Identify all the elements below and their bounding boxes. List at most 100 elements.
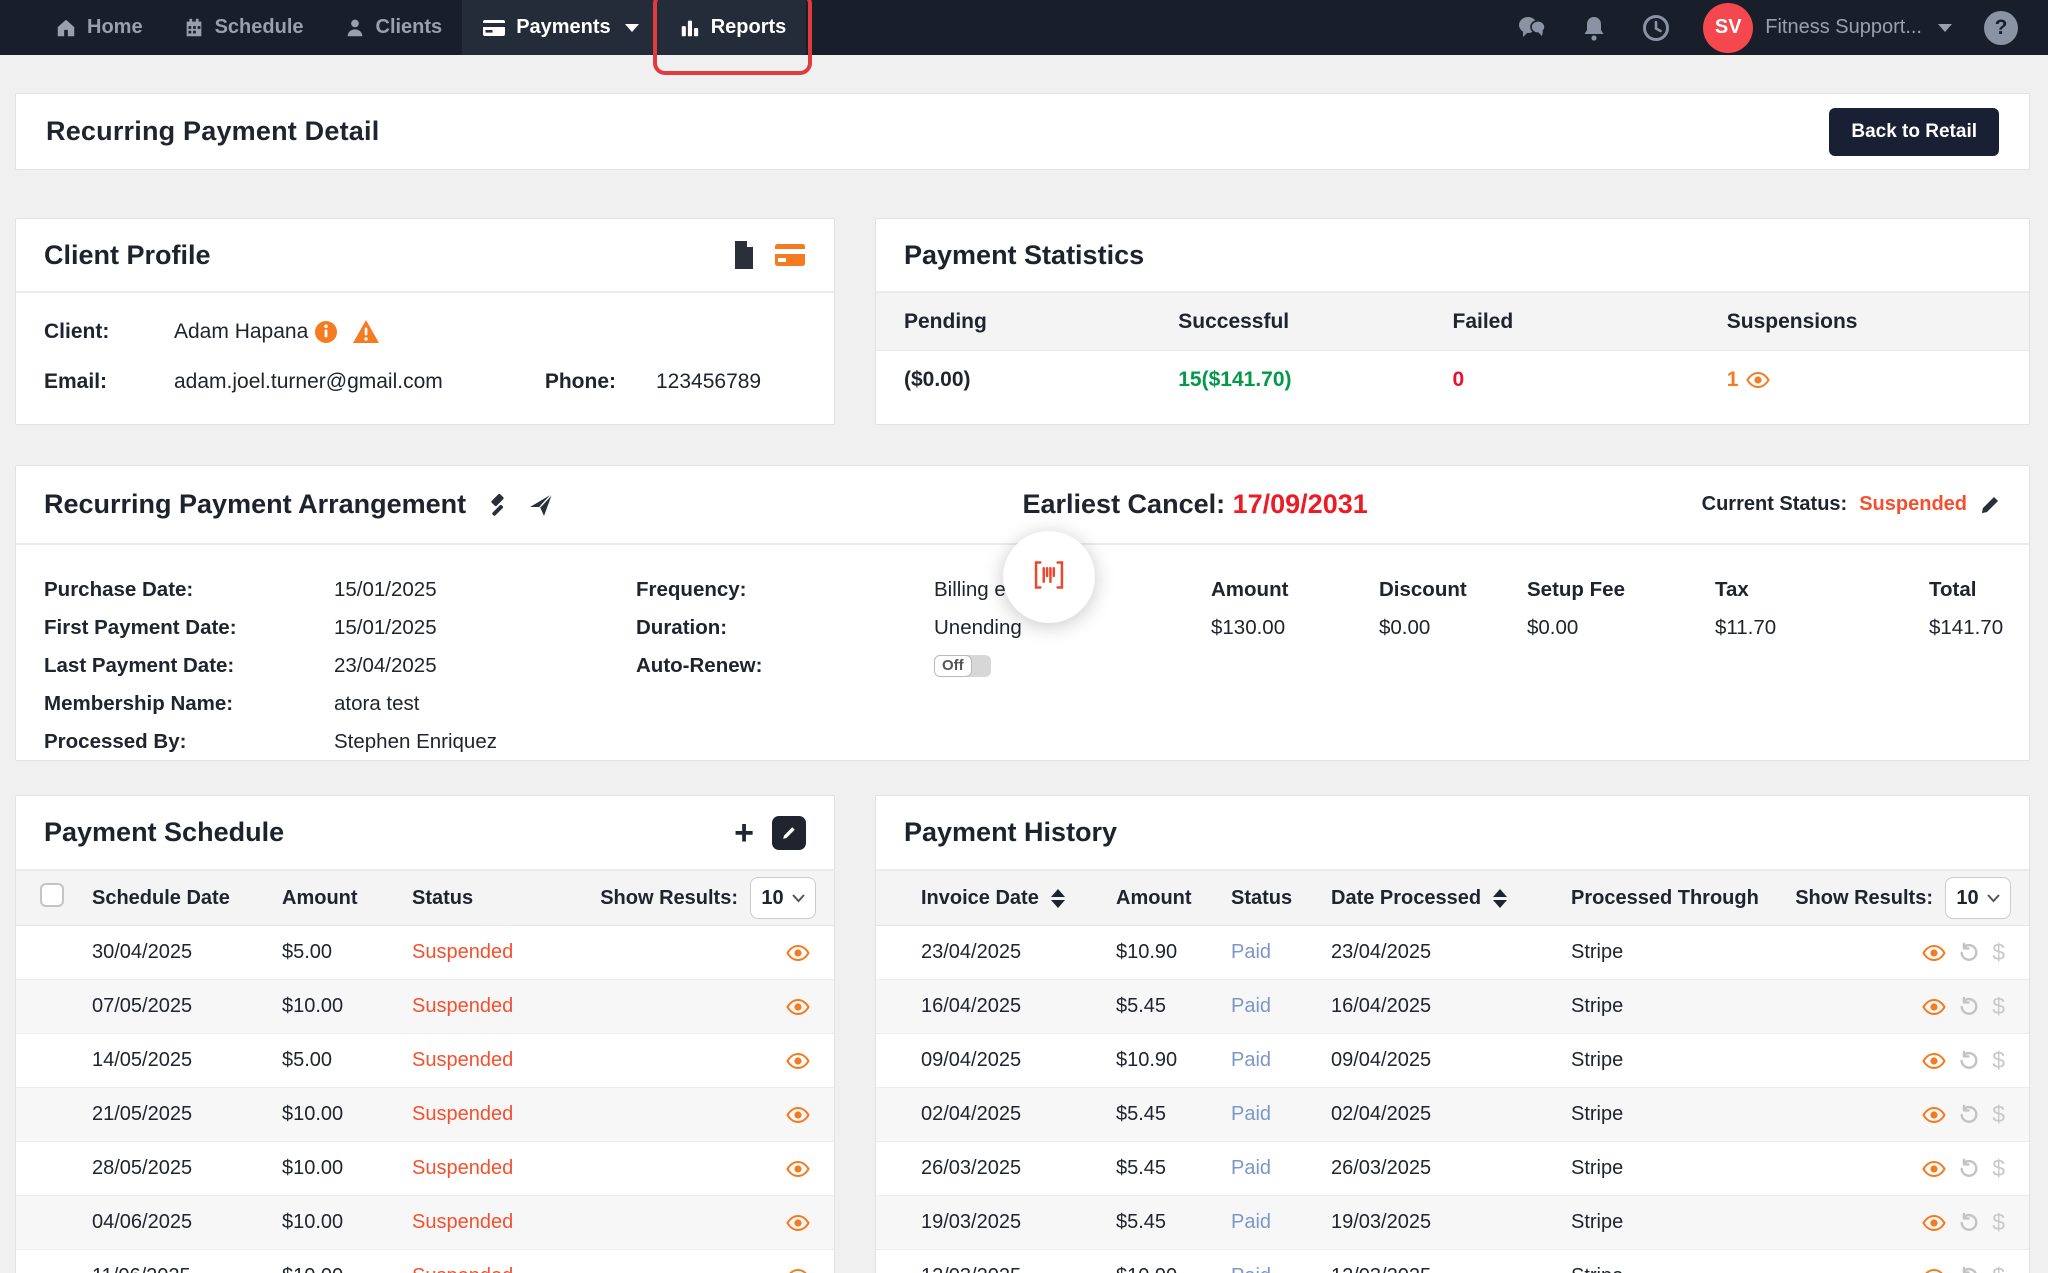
charge-dollar-icon[interactable]: $ (1992, 1047, 2005, 1074)
refund-undo-icon[interactable] (1958, 1050, 1980, 1072)
schedule-status: Suspended (412, 941, 584, 964)
client-name: Adam Hapana (174, 320, 308, 344)
view-eye-icon[interactable] (1922, 1213, 1946, 1233)
arrangement-title: Recurring Payment Arrangement (44, 489, 466, 520)
schedule-status: Suspended (412, 1049, 584, 1072)
bell-icon[interactable] (1579, 13, 1609, 43)
show-results-select[interactable]: 10 (750, 877, 816, 919)
refund-undo-icon[interactable] (1958, 1104, 1980, 1126)
view-eye-icon[interactable] (1922, 1051, 1946, 1071)
show-results-label: Show Results: (600, 887, 738, 910)
email-value: adam.joel.turner@gmail.com (174, 370, 443, 394)
payment-history-title: Payment History (904, 817, 1117, 848)
history-status-link[interactable]: Paid (1231, 1103, 1331, 1126)
history-invoice-date: 12/03/2025 (921, 1265, 1116, 1273)
history-status-link[interactable]: Paid (1231, 1157, 1331, 1180)
view-eye-icon[interactable] (786, 1105, 810, 1125)
view-eye-icon[interactable] (1922, 943, 1946, 963)
nav-item-home[interactable]: Home (35, 0, 163, 55)
sort-invoice-date-icon[interactable] (1051, 889, 1065, 908)
setup-fee-value: $0.00 (1527, 609, 1715, 647)
refund-undo-icon[interactable] (1958, 1212, 1980, 1234)
history-invoice-date: 16/04/2025 (921, 995, 1116, 1018)
edit-schedule-icon[interactable] (772, 816, 806, 850)
view-eye-icon[interactable] (786, 1159, 810, 1179)
select-all-checkbox[interactable] (40, 883, 64, 907)
history-status-link[interactable]: Paid (1231, 941, 1331, 964)
schedule-status: Suspended (412, 1157, 584, 1180)
stats-header-pending: Pending (904, 310, 1178, 334)
schedule-date: 21/05/2025 (92, 1103, 282, 1126)
duration-label: Duration: (636, 616, 934, 640)
clock-icon[interactable] (1641, 13, 1671, 43)
schedule-status: Suspended (412, 1103, 584, 1126)
view-eye-icon[interactable] (786, 1051, 810, 1071)
processed-by-label: Processed By: (44, 730, 334, 754)
chat-icon[interactable] (1517, 13, 1547, 43)
history-row: 19/03/2025$5.45Paid19/03/2025Stripe$ (876, 1196, 2029, 1250)
history-status-link[interactable]: Paid (1231, 1265, 1331, 1273)
gavel-icon[interactable] (484, 492, 510, 518)
user-menu[interactable]: SV Fitness Support... (1703, 3, 1952, 53)
send-icon[interactable] (528, 492, 554, 518)
view-eye-icon[interactable] (786, 1213, 810, 1233)
first-payment-value: 15/01/2025 (334, 616, 437, 640)
charge-dollar-icon[interactable]: $ (1992, 1155, 2005, 1182)
credit-card-icon (482, 18, 506, 38)
history-processed-through: Stripe (1571, 1265, 1779, 1273)
view-eye-icon[interactable] (1922, 1267, 1946, 1273)
earliest-cancel-date: 17/09/2031 (1233, 489, 1368, 519)
refund-undo-icon[interactable] (1958, 1158, 1980, 1180)
nav-item-schedule[interactable]: Schedule (163, 0, 324, 55)
charge-dollar-icon[interactable]: $ (1992, 1101, 2005, 1128)
show-results-select[interactable]: 10 (1945, 877, 2011, 919)
top-navbar: Home Schedule Clients Payments Reports (0, 0, 2048, 55)
nav-item-clients[interactable]: Clients (324, 0, 463, 55)
history-status-link[interactable]: Paid (1231, 1211, 1331, 1234)
add-schedule-icon[interactable]: + (734, 816, 754, 850)
nav-item-payments[interactable]: Payments (462, 0, 659, 55)
scan-fab-button[interactable] (1003, 531, 1095, 623)
view-eye-icon[interactable] (1746, 370, 1770, 390)
view-eye-icon[interactable] (1922, 1105, 1946, 1125)
auto-renew-toggle[interactable]: Off (934, 653, 991, 679)
main-content: Recurring Payment Detail Back to Retail … (0, 55, 2048, 1273)
refund-undo-icon[interactable] (1958, 942, 1980, 964)
nav-item-reports[interactable]: Reports (659, 0, 807, 55)
document-icon[interactable] (732, 240, 756, 270)
schedule-amount: $10.00 (282, 1211, 412, 1234)
warning-icon[interactable] (352, 319, 380, 344)
charge-dollar-icon[interactable]: $ (1992, 1209, 2005, 1236)
view-eye-icon[interactable] (786, 1267, 810, 1273)
calendar-icon (183, 17, 205, 39)
history-date-processed: 02/04/2025 (1331, 1103, 1571, 1126)
stats-pending-value: ($0.00) (904, 368, 1178, 392)
charge-dollar-icon[interactable]: $ (1992, 993, 2005, 1020)
history-status-link[interactable]: Paid (1231, 1049, 1331, 1072)
refund-undo-icon[interactable] (1958, 1266, 1980, 1273)
schedule-amount: $10.00 (282, 1157, 412, 1180)
schedule-date: 28/05/2025 (92, 1157, 282, 1180)
history-status-link[interactable]: Paid (1231, 995, 1331, 1018)
processed-by-value: Stephen Enriquez (334, 730, 497, 754)
view-eye-icon[interactable] (1922, 1159, 1946, 1179)
charge-dollar-icon[interactable]: $ (1992, 939, 2005, 966)
discount-header: Discount (1379, 571, 1527, 609)
view-eye-icon[interactable] (1922, 997, 1946, 1017)
schedule-date: 14/05/2025 (92, 1049, 282, 1072)
refund-undo-icon[interactable] (1958, 996, 1980, 1018)
history-amount: $10.90 (1116, 941, 1231, 964)
charge-dollar-icon[interactable]: $ (1992, 1263, 2005, 1273)
sort-date-processed-icon[interactable] (1493, 889, 1507, 908)
edit-pencil-icon[interactable] (1979, 494, 2001, 516)
help-icon[interactable]: ? (1984, 11, 2018, 45)
view-eye-icon[interactable] (786, 943, 810, 963)
history-processed-through: Stripe (1571, 1157, 1779, 1180)
back-to-retail-button[interactable]: Back to Retail (1829, 108, 1999, 156)
history-date-processed: 26/03/2025 (1331, 1157, 1571, 1180)
view-eye-icon[interactable] (786, 997, 810, 1017)
payment-card-icon[interactable] (774, 242, 806, 268)
stats-header-failed: Failed (1453, 310, 1727, 334)
schedule-col-date: Schedule Date (92, 887, 282, 910)
info-icon[interactable] (314, 320, 338, 344)
